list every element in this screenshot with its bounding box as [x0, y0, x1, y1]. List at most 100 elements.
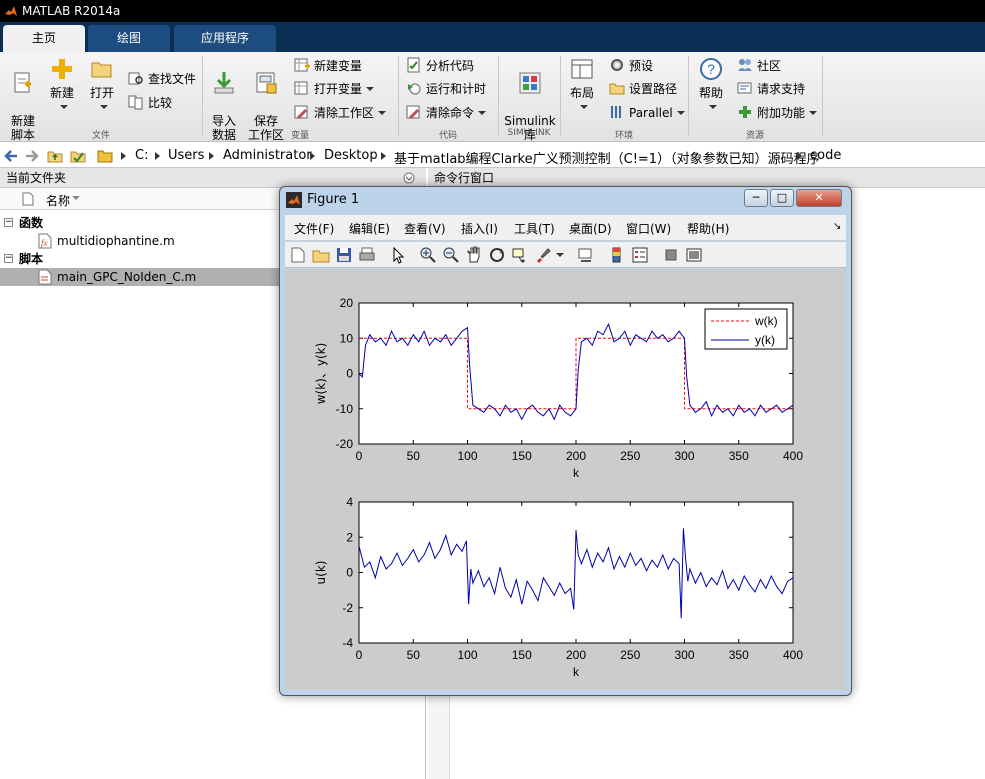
up-folder-icon[interactable] [47, 148, 63, 164]
request-support-label: 请求支持 [757, 82, 806, 96]
breadcrumb-item[interactable]: Desktop [324, 148, 378, 163]
open-button[interactable]: 打开 [86, 56, 118, 114]
collapse-icon[interactable]: − [4, 254, 13, 263]
breadcrumb-item[interactable]: Users [168, 148, 204, 163]
dock-arrow-icon[interactable]: ↘ [833, 221, 841, 232]
pointer-icon[interactable] [389, 246, 407, 264]
y-tick-label: 20 [340, 296, 354, 310]
figure-plots[interactable]: 0 50 100 150 200 250 300 350 400-20-1001020kw(k)… [285, 269, 846, 690]
clear-commands-button[interactable]: 清除命令 [406, 103, 487, 123]
file-name: main_GPC_NoIden_C.m [57, 270, 197, 284]
menu-edit[interactable]: 编辑(E) [349, 220, 390, 237]
layout-button[interactable]: 布局 [566, 56, 598, 114]
compare-button[interactable]: 比较 [128, 93, 172, 113]
find-files-button[interactable]: 查找文件 [128, 69, 196, 89]
x-tick-label: 200 [566, 648, 586, 662]
parallel-button[interactable]: Parallel [609, 103, 685, 123]
ribbon-separator [822, 56, 823, 136]
tree-group-label: 脚本 [19, 252, 44, 266]
tab-apps[interactable]: 应用程序 [174, 25, 276, 52]
y-tick-label: 0 [346, 367, 353, 381]
panel-menu-icon[interactable] [403, 172, 415, 184]
collapse-icon[interactable]: − [4, 218, 13, 227]
tab-plots[interactable]: 绘图 [88, 25, 170, 52]
back-arrow-icon[interactable] [3, 148, 19, 164]
figure-canvas[interactable]: 0 50 100 150 200 250 300 350 400 -20 -10 0 10 20 k w(k)… [285, 269, 846, 690]
hide-plot-tools-icon[interactable] [662, 246, 680, 264]
menu-help[interactable]: 帮助(H) [687, 220, 729, 237]
brush-dropdown-icon[interactable] [556, 253, 564, 257]
group-label-env: 环境 [614, 131, 633, 141]
maximize-button[interactable]: □ [770, 189, 794, 207]
help-icon: ? [700, 58, 722, 80]
x-tick-label: 150 [512, 449, 532, 463]
breadcrumb-separator [797, 152, 802, 160]
x-tick-label: 400 [783, 449, 803, 463]
zoom-out-icon[interactable] [442, 246, 460, 264]
x-tick-label: 50 [407, 648, 421, 662]
breadcrumb-item[interactable]: C: [135, 148, 148, 163]
breadcrumb-item[interactable]: Administrator [223, 148, 312, 163]
menu-view[interactable]: 查看(V) [404, 220, 446, 237]
file-type-icon [22, 192, 34, 206]
community-icon [738, 59, 752, 71]
show-plot-tools-icon[interactable] [685, 246, 703, 264]
x-tick-label: 150 [512, 648, 532, 662]
rotate-3d-icon[interactable] [488, 246, 506, 264]
y-tick-label: 10 [340, 331, 354, 345]
group-label-file: 文件 [91, 131, 110, 141]
tab-home[interactable]: 主页 [3, 25, 85, 52]
close-button[interactable]: ✕ [796, 189, 842, 207]
column-name-label[interactable]: 名称 [46, 192, 70, 209]
set-path-button[interactable]: 设置路径 [609, 79, 677, 99]
ribbon-separator [498, 56, 499, 136]
data-cursor-icon[interactable] [511, 246, 529, 264]
help-button[interactable]: ? 帮助 [695, 56, 727, 114]
new-figure-icon[interactable] [289, 246, 307, 264]
new-variable-button[interactable]: 新建变量 [294, 56, 362, 76]
run-and-time-icon [408, 83, 421, 95]
community-button[interactable]: 社区 [737, 56, 781, 76]
print-icon[interactable] [358, 246, 376, 264]
analyze-code-button[interactable]: 分析代码 [406, 56, 474, 76]
link-plot-icon[interactable] [577, 246, 595, 264]
add-ons-button[interactable]: 附加功能 [737, 103, 818, 123]
forward-arrow-icon[interactable] [24, 148, 40, 164]
sort-arrow-icon[interactable] [72, 196, 80, 200]
plot-area [358, 501, 794, 644]
chevron-down-icon [809, 111, 818, 115]
menu-desktop[interactable]: 桌面(D) [569, 220, 612, 237]
pan-hand-icon[interactable] [465, 246, 483, 264]
breadcrumb-item[interactable]: 基于matlab编程Clarke广义预测控制（C!=1）（对象参数已知）源码程序 [394, 148, 820, 167]
chevron-down-icon [478, 111, 487, 115]
preferences-button[interactable]: 预设 [609, 56, 653, 76]
run-and-time-button[interactable]: 运行和计时 [406, 79, 486, 99]
y-tick-label: 2 [346, 530, 353, 544]
group-label-simulink: SIMULINK [507, 128, 551, 138]
breadcrumb-item[interactable]: code [810, 148, 841, 163]
clear-workspace-button[interactable]: 清除工作区 [294, 103, 387, 123]
save-workspace-icon [256, 72, 277, 94]
legend-icon[interactable] [631, 246, 649, 264]
brush-icon[interactable] [534, 246, 552, 264]
zoom-in-icon[interactable] [419, 246, 437, 264]
colorbar-icon[interactable] [608, 246, 626, 264]
legend-label: y(k) [755, 333, 775, 347]
request-support-button[interactable]: 请求支持 [737, 79, 805, 99]
y-axis-label: w(k)、y(k) [314, 343, 328, 405]
figure-window[interactable]: Figure 1 ─ □ ✕ 文件(F) 编辑(E) 查看(V) 插入(I) 工… [279, 186, 852, 696]
open-file-icon[interactable] [312, 246, 330, 264]
analyze-code-icon [407, 57, 420, 73]
new-button[interactable]: 新建 [46, 56, 78, 114]
breadcrumb-separator [381, 152, 386, 160]
menu-insert[interactable]: 插入(I) [461, 220, 498, 237]
parallel-icon [611, 106, 621, 118]
browse-folder-icon[interactable] [70, 148, 86, 164]
menu-tools[interactable]: 工具(T) [514, 220, 555, 237]
menu-file[interactable]: 文件(F) [294, 220, 334, 237]
menu-window[interactable]: 窗口(W) [626, 220, 671, 237]
open-variable-button[interactable]: 打开变量 [294, 79, 375, 99]
minimize-button[interactable]: ─ [744, 189, 768, 207]
save-icon[interactable] [335, 246, 353, 264]
import-data-icon [214, 72, 234, 94]
